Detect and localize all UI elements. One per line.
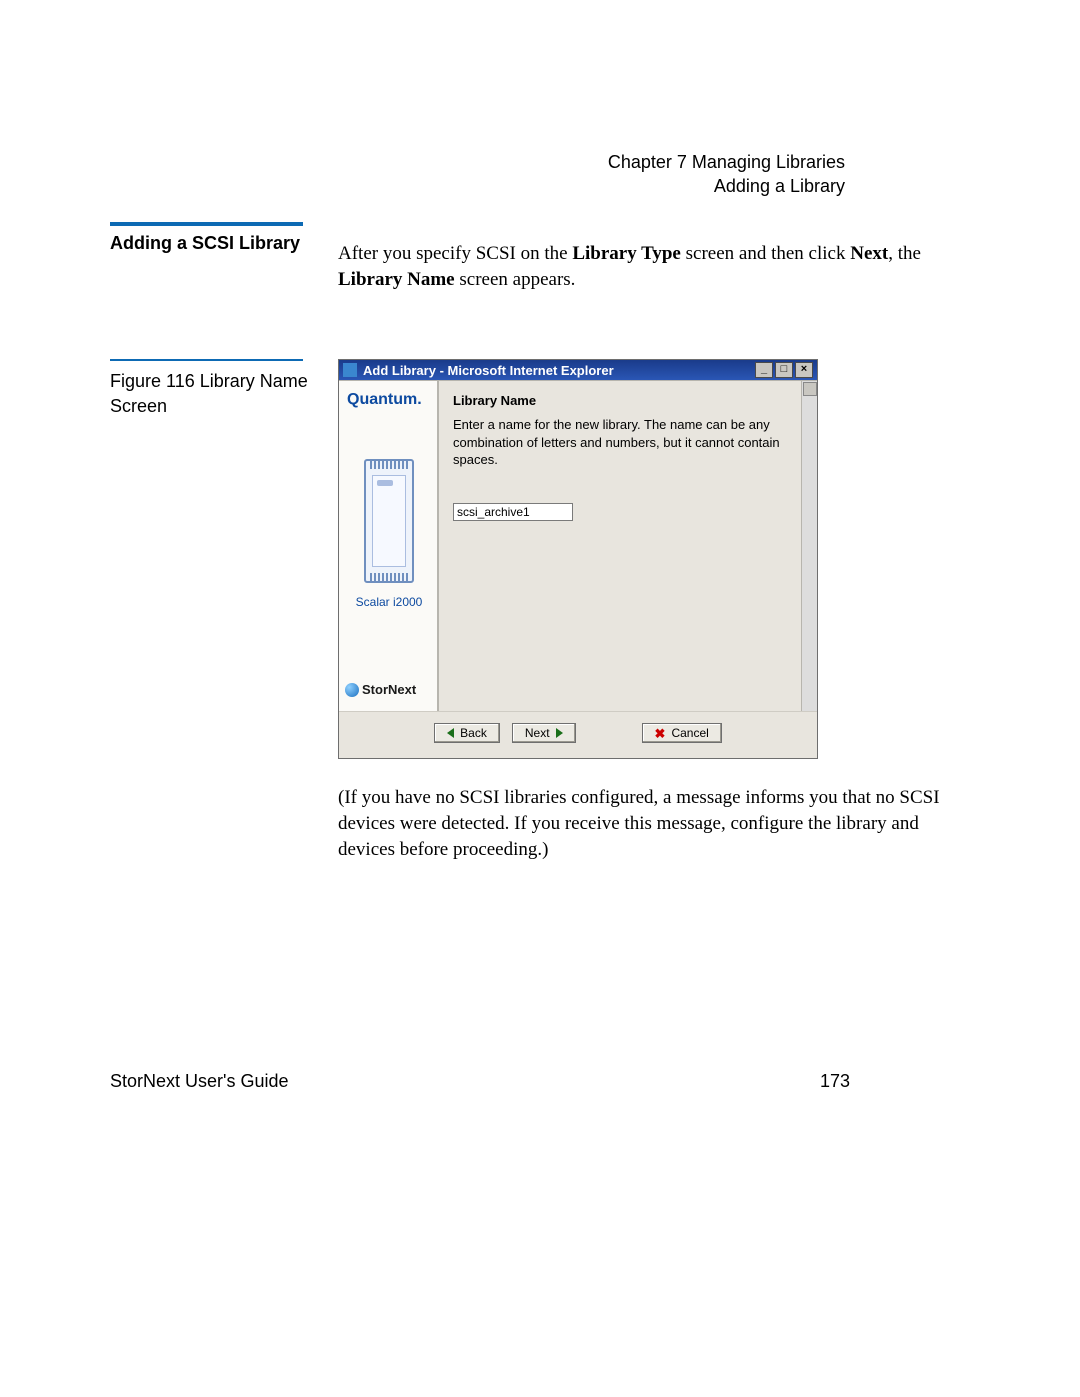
cancel-button[interactable]: ✖ Cancel — [642, 723, 722, 743]
globe-icon — [345, 683, 359, 697]
quantum-logo: Quantum. — [345, 391, 433, 409]
pane-instruction: Enter a name for the new library. The na… — [453, 416, 787, 469]
ie-icon — [343, 363, 357, 377]
library-name-input[interactable] — [453, 503, 573, 521]
figure-rule — [110, 359, 303, 361]
tape-library-icon — [364, 459, 414, 583]
back-button[interactable]: Back — [434, 723, 500, 743]
next-button[interactable]: Next — [512, 723, 576, 743]
chapter-line: Chapter 7 Managing Libraries — [608, 150, 845, 174]
section-heading: Adding a SCSI Library — [110, 232, 320, 255]
pane-heading: Library Name — [453, 393, 787, 408]
chapter-subtitle: Adding a Library — [608, 174, 845, 198]
close-button[interactable]: × — [795, 362, 813, 378]
next-arrow-icon — [556, 728, 563, 738]
window-titlebar: Add Library - Microsoft Internet Explore… — [339, 360, 817, 380]
wizard-sidebar: Quantum. Scalar i2000 StorNext — [339, 381, 439, 711]
wizard-content: Library Name Enter a name for the new li… — [439, 381, 801, 711]
cancel-x-icon: ✖ — [655, 727, 666, 740]
intro-paragraph: After you specify SCSI on the Library Ty… — [338, 241, 970, 292]
footer-guide-name: StorNext User's Guide — [110, 1071, 289, 1092]
post-figure-note: (If you have no SCSI libraries configure… — [338, 785, 970, 862]
stornext-logo: StorNext — [345, 678, 433, 701]
device-model-label: Scalar i2000 — [345, 595, 433, 609]
section-rule — [110, 222, 303, 226]
screenshot-window: Add Library - Microsoft Internet Explore… — [338, 359, 818, 759]
figure-caption: Figure 116 Library Name Screen — [110, 369, 320, 418]
wizard-button-bar: Back Next ✖ Cancel — [339, 711, 817, 758]
window-title: Add Library - Microsoft Internet Explore… — [363, 363, 614, 378]
product-name: StorNext — [362, 682, 416, 697]
back-arrow-icon — [447, 728, 454, 738]
minimize-button[interactable]: _ — [755, 362, 773, 378]
footer-page-number: 173 — [820, 1071, 850, 1092]
scrollbar[interactable] — [801, 381, 817, 711]
maximize-button[interactable]: □ — [775, 362, 793, 378]
page-running-header: Chapter 7 Managing Libraries Adding a Li… — [608, 150, 845, 199]
